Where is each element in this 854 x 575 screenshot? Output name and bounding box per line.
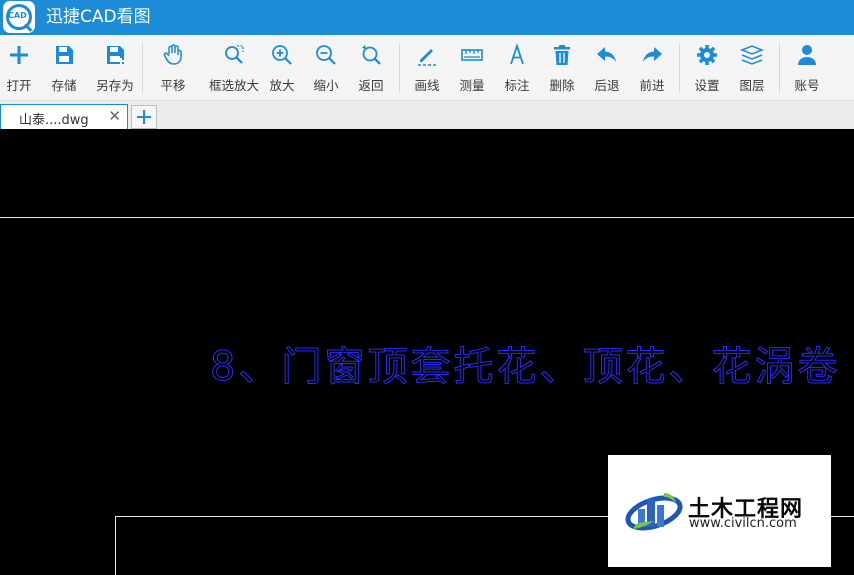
save-as-icon bbox=[107, 46, 124, 64]
app-logo-icon: CAD bbox=[3, 1, 35, 33]
delete-button[interactable]: 删除 bbox=[543, 35, 581, 100]
redo-icon bbox=[643, 47, 662, 62]
return-label: 返回 bbox=[358, 78, 384, 93]
hand-icon bbox=[163, 44, 182, 65]
box-zoom-icon bbox=[225, 45, 244, 64]
zoom-in-icon bbox=[272, 45, 292, 65]
toolbar-separator bbox=[142, 43, 143, 93]
save-label: 存储 bbox=[51, 78, 77, 93]
pan-label: 平移 bbox=[160, 78, 186, 93]
ruler-icon bbox=[461, 49, 483, 61]
layers-button[interactable]: 图层 bbox=[733, 35, 771, 100]
delete-label: 删除 bbox=[549, 78, 575, 93]
gear-icon bbox=[697, 45, 717, 65]
pan-button[interactable]: 平移 bbox=[153, 35, 193, 100]
open-label: 打开 bbox=[6, 78, 32, 93]
text-a-icon bbox=[510, 43, 524, 65]
close-icon[interactable]: ✕ bbox=[108, 107, 121, 125]
document-tab-bar: 山泰....dwg ✕ bbox=[0, 101, 854, 130]
app-title: 迅捷CAD看图 bbox=[46, 7, 151, 27]
draw-line-button[interactable]: 画线 bbox=[408, 35, 446, 100]
document-tab-label: 山泰....dwg bbox=[19, 113, 89, 128]
undo-button[interactable]: 后退 bbox=[588, 35, 626, 100]
zoom-out-button[interactable]: 缩小 bbox=[308, 35, 344, 100]
save-as-button[interactable]: 另存为 bbox=[91, 35, 139, 100]
zoom-out-icon bbox=[316, 45, 336, 65]
document-tab[interactable]: 山泰....dwg ✕ bbox=[0, 104, 128, 129]
cad-line bbox=[0, 217, 854, 218]
open-button[interactable]: 打开 bbox=[0, 35, 38, 100]
watermark-logo: 土木工程网 www.civilcn.com bbox=[608, 455, 831, 567]
zoom-in-label: 放大 bbox=[269, 78, 295, 93]
pencil-icon bbox=[418, 49, 436, 66]
annotate-button[interactable]: 标注 bbox=[498, 35, 536, 100]
draw-line-label: 画线 bbox=[414, 78, 440, 93]
cad-line bbox=[115, 516, 116, 575]
main-toolbar: 打开 存储 另存为 平移 框选放大 放大 缩小 返回 画线 测量 标注 删除 后… bbox=[0, 35, 854, 101]
account-label: 账号 bbox=[794, 78, 820, 93]
save-button[interactable]: 存储 bbox=[44, 35, 84, 100]
settings-label: 设置 bbox=[694, 78, 720, 93]
cad-text-annotation: 8、门窗顶套托花、顶花、花涡卷 bbox=[209, 344, 841, 391]
box-zoom-button[interactable]: 框选放大 bbox=[205, 35, 263, 100]
watermark-url: www.civilcn.com bbox=[689, 516, 797, 531]
toolbar-separator bbox=[779, 43, 780, 93]
measure-button[interactable]: 测量 bbox=[453, 35, 491, 100]
toolbar-separator bbox=[399, 43, 400, 93]
zoom-in-button[interactable]: 放大 bbox=[264, 35, 300, 100]
box-zoom-label: 框选放大 bbox=[208, 78, 259, 93]
toolbar-separator bbox=[679, 43, 680, 93]
new-tab-button[interactable] bbox=[131, 105, 157, 129]
return-zoom-icon bbox=[362, 45, 381, 65]
app-logo-text: CAD bbox=[8, 11, 27, 20]
settings-button[interactable]: 设置 bbox=[688, 35, 726, 100]
redo-button[interactable]: 前进 bbox=[633, 35, 671, 100]
plus-icon bbox=[137, 110, 151, 124]
save-as-label: 另存为 bbox=[96, 78, 134, 93]
civil-logo-icon bbox=[625, 493, 683, 531]
save-icon bbox=[56, 46, 73, 64]
plus-icon bbox=[10, 46, 28, 64]
undo-label: 后退 bbox=[594, 78, 620, 93]
user-icon bbox=[798, 45, 816, 65]
layers-label: 图层 bbox=[739, 78, 765, 93]
redo-label: 前进 bbox=[639, 78, 665, 93]
title-bar: CAD 迅捷CAD看图 bbox=[0, 0, 854, 35]
undo-icon bbox=[597, 47, 616, 62]
annotate-label: 标注 bbox=[504, 78, 530, 93]
layers-icon bbox=[740, 45, 764, 65]
measure-label: 测量 bbox=[459, 78, 485, 93]
return-button[interactable]: 返回 bbox=[353, 35, 389, 100]
account-button[interactable]: 账号 bbox=[788, 35, 826, 100]
zoom-out-label: 缩小 bbox=[313, 78, 339, 93]
trash-icon bbox=[554, 45, 570, 65]
